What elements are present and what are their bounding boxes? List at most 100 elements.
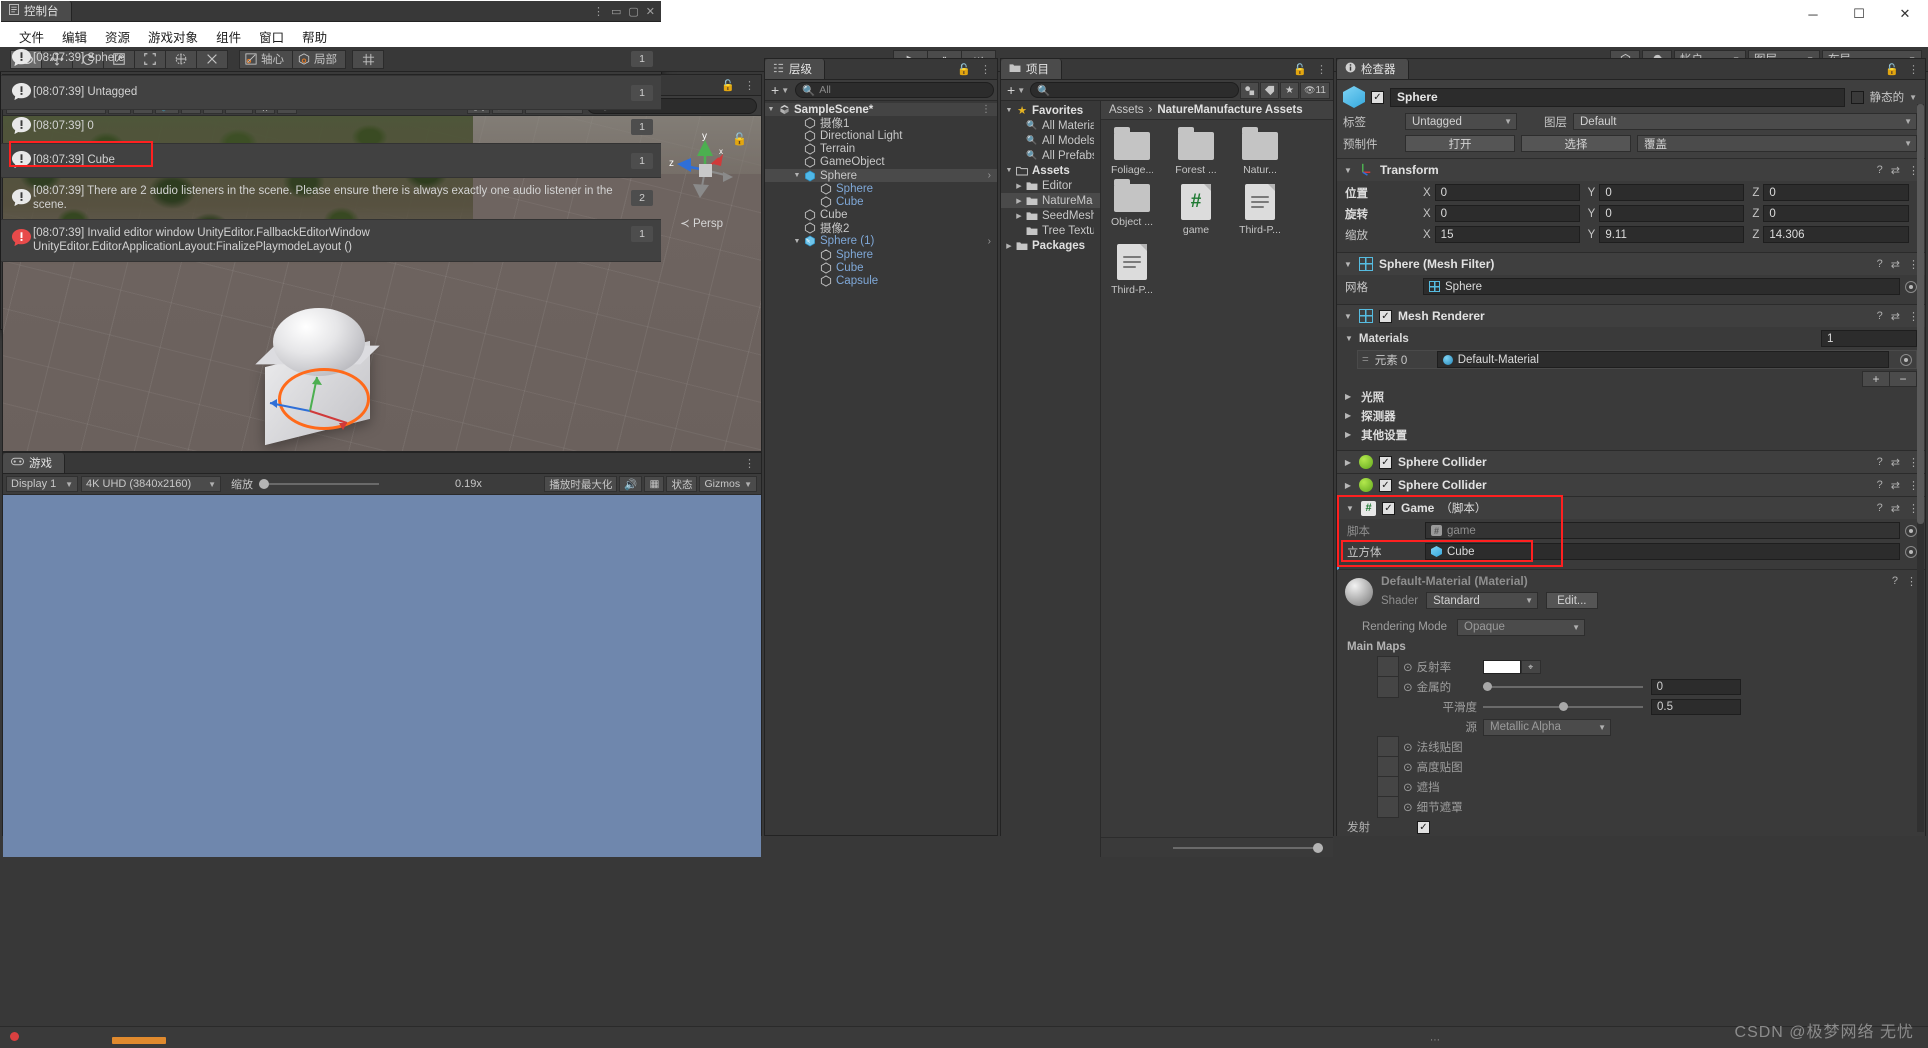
materials-count-input[interactable]: 1 bbox=[1821, 330, 1917, 347]
scene-transform-gizmo[interactable] bbox=[265, 371, 405, 451]
log-entry[interactable]: [08:07:39] Sphere 1 bbox=[1, 42, 661, 76]
asset-grid[interactable]: Foliage... Forest ... Natur... Object ... # g… bbox=[1101, 120, 1333, 837]
material-object-field[interactable]: Default-Material bbox=[1436, 351, 1889, 368]
hierarchy-add-button[interactable]: + ▼ bbox=[768, 82, 792, 98]
type-filter-icon[interactable] bbox=[1240, 81, 1259, 99]
metallic-texture-slot[interactable] bbox=[1377, 676, 1399, 698]
chevron-down-icon[interactable]: ▼ bbox=[791, 238, 803, 245]
detail-mask-texture-slot[interactable] bbox=[1377, 796, 1399, 818]
game-viewport[interactable] bbox=[3, 495, 761, 857]
asset-item-game[interactable]: # game bbox=[1175, 184, 1217, 236]
inspector-scrollbar[interactable] bbox=[1917, 104, 1924, 832]
layer-dropdown[interactable]: Default ▼ bbox=[1573, 113, 1917, 130]
chevron-down-icon[interactable]: ▼ bbox=[1003, 167, 1015, 174]
rotation-x-input[interactable]: 0 bbox=[1434, 205, 1580, 222]
hierarchy-search-input[interactable]: 🔍 All bbox=[795, 82, 994, 98]
asset-item-forest-[interactable]: Forest ... bbox=[1175, 127, 1217, 176]
hierarchy-item-cube[interactable]: Cube bbox=[765, 209, 997, 222]
transform-header[interactable]: ▼ Transform ? ⇄ ⋮ bbox=[1337, 159, 1925, 181]
resolution-dropdown[interactable]: 4K UHD (3840x2160) ▼ bbox=[81, 476, 221, 492]
tag-dropdown[interactable]: Untagged ▼ bbox=[1405, 113, 1517, 130]
shader-edit-button[interactable]: Edit... bbox=[1546, 592, 1598, 609]
breadcrumb-assets[interactable]: Assets bbox=[1109, 104, 1144, 116]
hierarchy-lock-icon[interactable]: 🔓 bbox=[957, 63, 971, 76]
log-entry[interactable]: [08:07:39] 0 1 bbox=[1, 110, 661, 144]
scene-camera-mode-label[interactable]: ≺ Persp bbox=[680, 216, 723, 230]
normal-map-texture-slot[interactable] bbox=[1377, 736, 1399, 758]
preset-icon[interactable]: ⇄ bbox=[1891, 164, 1900, 177]
position-y-input[interactable]: 0 bbox=[1599, 184, 1745, 201]
help-icon[interactable]: ? bbox=[1877, 479, 1883, 491]
project-tree-item-packages[interactable]: ▶ Packages bbox=[1001, 238, 1100, 253]
maximize-button[interactable]: ☐ bbox=[1836, 0, 1882, 28]
project-tree-item-all-materia[interactable]: 🔍 All Materia bbox=[1001, 118, 1100, 133]
object-enabled-checkbox[interactable]: ✓ bbox=[1371, 90, 1384, 104]
albedo-texture-slot[interactable] bbox=[1377, 656, 1399, 678]
emission-checkbox[interactable]: ✓ bbox=[1417, 820, 1430, 834]
chevron-down-icon[interactable]: ▼ bbox=[1343, 312, 1353, 321]
help-icon[interactable]: ? bbox=[1877, 310, 1883, 322]
script-picker-icon[interactable] bbox=[1905, 524, 1917, 537]
eyedropper-icon[interactable]: ⌖ bbox=[1520, 660, 1541, 674]
hierarchy-item-terrain[interactable]: Terrain bbox=[765, 143, 997, 156]
chevron-down-icon[interactable]: ▼ bbox=[1343, 166, 1353, 175]
project-tree-item-naturema[interactable]: ▶ NatureMa bbox=[1001, 193, 1100, 208]
asset-item-object-[interactable]: Object ... bbox=[1111, 179, 1153, 236]
prefab-select-button[interactable]: 选择 bbox=[1521, 135, 1631, 152]
tab-project[interactable]: 项目 bbox=[1001, 59, 1062, 79]
material-element-row[interactable]: = 元素 0 Default-Material bbox=[1357, 350, 1917, 369]
mesh-object-field[interactable]: Sphere bbox=[1423, 278, 1900, 295]
chevron-right-icon[interactable]: › bbox=[988, 236, 991, 247]
help-icon[interactable]: ? bbox=[1877, 258, 1883, 270]
tab-inspector[interactable]: 检查器 bbox=[1337, 59, 1409, 79]
preset-icon[interactable]: ⇄ bbox=[1891, 502, 1900, 515]
chevron-down-icon[interactable]: ▼ bbox=[791, 172, 803, 179]
project-tree[interactable]: ▼ ★ Favorites 🔍 All Materia 🔍 All Models 🔍 All P… bbox=[1001, 101, 1101, 857]
mesh-renderer-enabled-checkbox[interactable]: ✓ bbox=[1379, 309, 1392, 323]
game-script-enabled-checkbox[interactable]: ✓ bbox=[1382, 501, 1395, 515]
scene-sphere-object[interactable] bbox=[273, 308, 365, 376]
metallic-value-input[interactable]: 0 bbox=[1650, 679, 1741, 695]
project-add-button[interactable]: + ▼ bbox=[1004, 82, 1028, 98]
log-entry[interactable]: [08:07:39] Invalid editor window UnityEd… bbox=[1, 219, 661, 262]
chevron-right-icon[interactable]: ▶ bbox=[1345, 411, 1351, 420]
source-dropdown[interactable]: Metallic Alpha ▼ bbox=[1483, 718, 1611, 736]
sphere-collider-2-header[interactable]: ▶ ✓ Sphere Collider ? ⇄ ⋮ bbox=[1337, 474, 1925, 496]
game-script-header[interactable]: ▼ # ✓ Game （脚本） ? ⇄ ⋮ bbox=[1339, 497, 1925, 519]
chevron-down-icon[interactable]: ▼ bbox=[1909, 93, 1917, 102]
preset-icon[interactable]: ⇄ bbox=[1891, 456, 1900, 469]
console-close-icon[interactable]: ✕ bbox=[646, 5, 655, 18]
chevron-right-icon[interactable]: ▶ bbox=[1345, 430, 1351, 439]
height-map-texture-slot[interactable] bbox=[1377, 756, 1399, 778]
project-tree-item-all-models[interactable]: 🔍 All Models bbox=[1001, 133, 1100, 148]
rotation-z-input[interactable]: 0 bbox=[1763, 205, 1910, 222]
position-x-input[interactable]: 0 bbox=[1434, 184, 1580, 201]
chevron-down-icon[interactable]: ▼ bbox=[1343, 260, 1353, 269]
collider-1-enabled-checkbox[interactable]: ✓ bbox=[1379, 455, 1392, 469]
hierarchy-item-cube[interactable]: Cube bbox=[765, 195, 997, 208]
scene-menu-icon[interactable]: ⋮ bbox=[744, 79, 755, 92]
hierarchy-item-sphere[interactable]: Sphere bbox=[765, 182, 997, 195]
materials-row[interactable]: ▼ Materials 1 bbox=[1345, 329, 1917, 348]
component-menu-icon[interactable]: ⋮ bbox=[1906, 575, 1917, 588]
additional-settings-section[interactable]: ▶ 其他设置 bbox=[1345, 425, 1917, 444]
prefab-overrides-dropdown[interactable]: 覆盖 ▼ bbox=[1637, 135, 1917, 152]
scale-y-input[interactable]: 9.11 bbox=[1599, 226, 1745, 243]
help-icon[interactable]: ? bbox=[1877, 502, 1883, 514]
collider-2-enabled-checkbox[interactable]: ✓ bbox=[1379, 478, 1392, 492]
project-menu-icon[interactable]: ⋮ bbox=[1316, 63, 1327, 76]
inspector-lock-icon[interactable]: 🔓 bbox=[1885, 63, 1899, 76]
log-entry[interactable]: [08:07:39] Untagged 1 bbox=[1, 76, 661, 110]
hierarchy-item-capsule[interactable]: Capsule bbox=[765, 274, 997, 287]
mesh-picker-icon[interactable] bbox=[1905, 280, 1917, 293]
scale-z-input[interactable]: 14.306 bbox=[1763, 226, 1910, 243]
stats-button[interactable]: 状态 bbox=[666, 476, 698, 492]
object-name-input[interactable]: Sphere bbox=[1390, 87, 1845, 107]
chevron-right-icon[interactable]: ▶ bbox=[1345, 392, 1351, 401]
material-picker-icon[interactable] bbox=[1900, 353, 1912, 366]
hierarchy-item-sphere[interactable]: Sphere bbox=[765, 248, 997, 261]
remove-material-button[interactable]: − bbox=[1889, 371, 1917, 387]
hierarchy-scene-menu-icon[interactable]: ⋮ bbox=[981, 104, 991, 115]
sphere-collider-1-header[interactable]: ▶ ✓ Sphere Collider ? ⇄ ⋮ bbox=[1337, 451, 1925, 473]
hierarchy-item-directional-light[interactable]: Directional Light bbox=[765, 129, 997, 142]
